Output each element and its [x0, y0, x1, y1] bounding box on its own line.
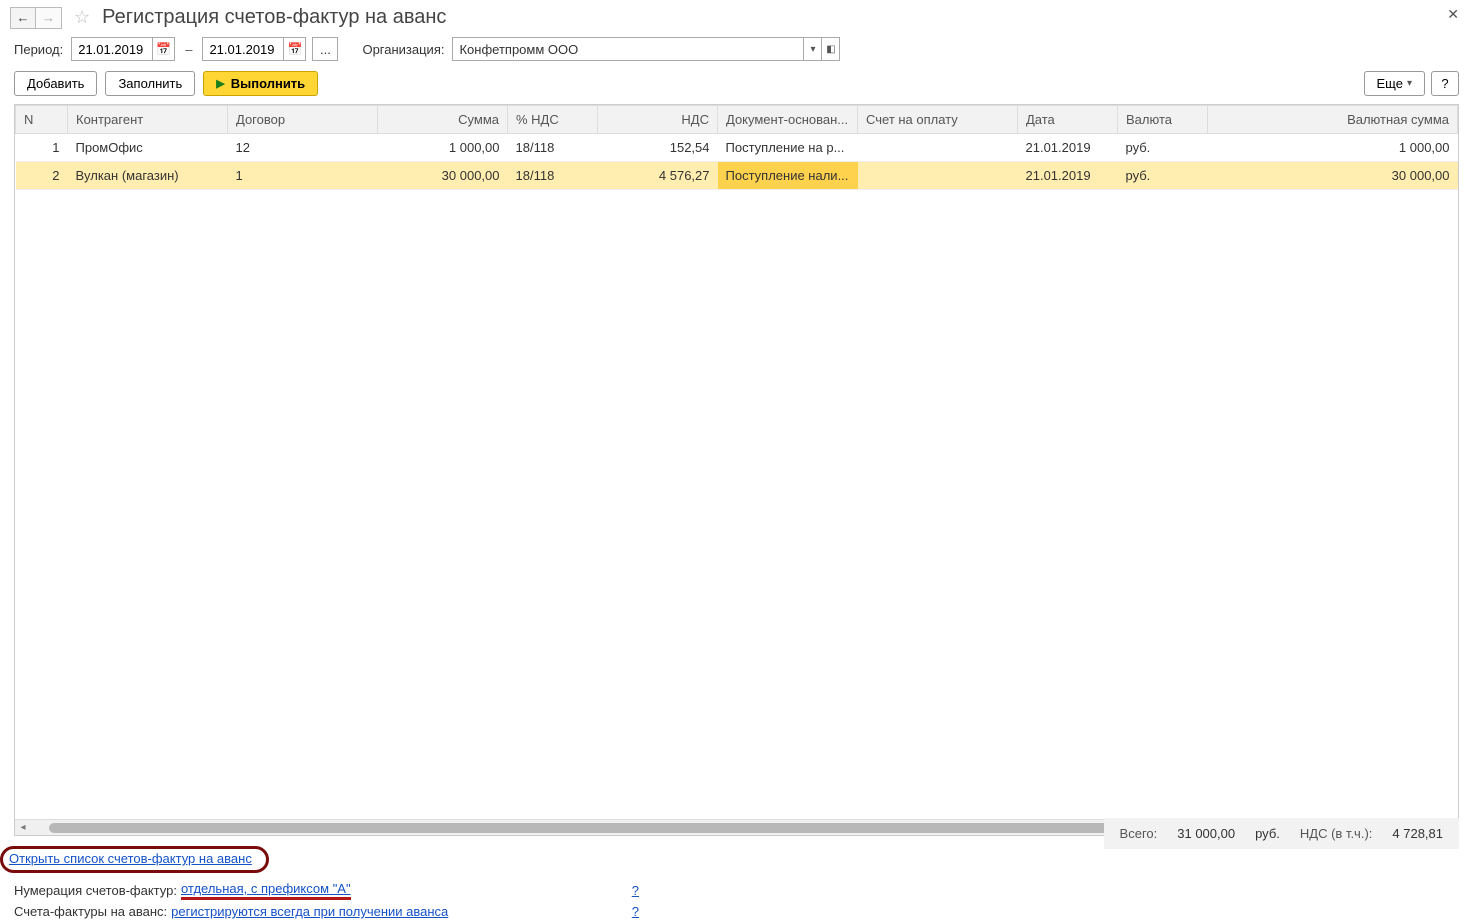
help-button[interactable]: ? [1431, 71, 1459, 96]
period-choose-button[interactable]: ... [312, 37, 338, 61]
data-grid[interactable]: N Контрагент Договор Сумма % НДС НДС Док… [14, 104, 1459, 836]
totals-nds: 4 728,81 [1392, 826, 1443, 841]
fill-button[interactable]: Заполнить [105, 71, 195, 96]
more-label: Еще [1377, 76, 1403, 91]
advance-help-icon[interactable]: ? [632, 904, 639, 919]
col-date[interactable]: Дата [1018, 106, 1118, 134]
advance-label: Счета-фактуры на аванс: [14, 904, 167, 919]
cell-summa[interactable]: 30 000,00 [378, 162, 508, 190]
cell-cur_sum[interactable]: 1 000,00 [1208, 134, 1458, 162]
col-kontragent[interactable]: Контрагент [68, 106, 228, 134]
cell-cur_sum[interactable]: 30 000,00 [1208, 162, 1458, 190]
period-label: Период: [14, 42, 63, 57]
date-to-input[interactable] [203, 42, 283, 57]
col-cur-sum[interactable]: Валютная сумма [1208, 106, 1458, 134]
col-currency[interactable]: Валюта [1118, 106, 1208, 134]
numbering-link[interactable]: отдельная, с префиксом "А" [181, 881, 351, 900]
cell-dogovor[interactable]: 1 [228, 162, 378, 190]
col-doc-basis[interactable]: Документ-основан... [718, 106, 858, 134]
advance-link[interactable]: регистрируются всегда при получении аван… [171, 904, 448, 919]
cell-date[interactable]: 21.01.2019 [1018, 162, 1118, 190]
cell-kontragent[interactable]: ПромОфис [68, 134, 228, 162]
play-icon: ▶ [216, 77, 224, 90]
totals-label: Всего: [1120, 826, 1158, 841]
totals-nds-label: НДС (в т.ч.): [1300, 826, 1373, 841]
cell-summa[interactable]: 1 000,00 [378, 134, 508, 162]
cell-nds[interactable]: 152,54 [598, 134, 718, 162]
org-open-icon[interactable]: ◧ [821, 38, 839, 60]
cell-n[interactable]: 2 [16, 162, 68, 190]
totals-currency: руб. [1255, 826, 1280, 841]
cell-currency[interactable]: руб. [1118, 134, 1208, 162]
cell-doc_basis[interactable]: Поступление на р... [718, 134, 858, 162]
table-row[interactable]: 1ПромОфис121 000,0018/118152,54Поступлен… [16, 134, 1458, 162]
page-title: Регистрация счетов-фактур на аванс [102, 6, 446, 29]
org-label: Организация: [362, 42, 444, 57]
period-dash: – [185, 42, 192, 57]
cell-currency[interactable]: руб. [1118, 162, 1208, 190]
cell-date[interactable]: 21.01.2019 [1018, 134, 1118, 162]
date-from-picker-icon[interactable]: 📅 [152, 38, 174, 60]
totals-sum: 31 000,00 [1177, 826, 1235, 841]
nav-back-button[interactable]: ← [10, 7, 36, 29]
cell-dogovor[interactable]: 12 [228, 134, 378, 162]
nav-forward-button[interactable]: → [36, 7, 62, 29]
more-button[interactable]: Еще ▾ [1364, 71, 1425, 96]
cell-nds_pct[interactable]: 18/118 [508, 162, 598, 190]
open-invoice-list-link[interactable]: Открыть список счетов-фактур на аванс [9, 851, 252, 866]
col-summa[interactable]: Сумма [378, 106, 508, 134]
cell-n[interactable]: 1 [16, 134, 68, 162]
col-nds-pct[interactable]: % НДС [508, 106, 598, 134]
col-invoice[interactable]: Счет на оплату [858, 106, 1018, 134]
cell-nds[interactable]: 4 576,27 [598, 162, 718, 190]
col-nds[interactable]: НДС [598, 106, 718, 134]
execute-label: Выполнить [231, 76, 305, 91]
cell-invoice[interactable] [858, 162, 1018, 190]
numbering-label: Нумерация счетов-фактур: [14, 883, 177, 898]
date-to-picker-icon[interactable]: 📅 [283, 38, 305, 60]
totals-panel: Всего: 31 000,00 руб. НДС (в т.ч.): 4 72… [1104, 818, 1459, 849]
execute-button[interactable]: ▶ Выполнить [203, 71, 318, 96]
org-dropdown-icon[interactable]: ▾ [803, 38, 821, 60]
close-icon[interactable]: ✕ [1447, 6, 1459, 23]
organization-field[interactable]: Конфетпромм ООО ▾ ◧ [452, 37, 840, 61]
organization-value: Конфетпромм ООО [453, 42, 803, 57]
cell-nds_pct[interactable]: 18/118 [508, 134, 598, 162]
chevron-down-icon: ▾ [1407, 78, 1412, 89]
numbering-help-icon[interactable]: ? [632, 883, 639, 898]
open-invoice-list-highlight: Открыть список счетов-фактур на аванс [0, 846, 269, 873]
cell-doc_basis[interactable]: Поступление нали... [718, 162, 858, 190]
cell-kontragent[interactable]: Вулкан (магазин) [68, 162, 228, 190]
cell-invoice[interactable] [858, 134, 1018, 162]
date-from-field[interactable]: 📅 [71, 37, 175, 61]
col-dogovor[interactable]: Договор [228, 106, 378, 134]
favorite-star-icon[interactable]: ☆ [74, 7, 90, 28]
date-from-input[interactable] [72, 42, 152, 57]
col-n[interactable]: N [16, 106, 68, 134]
date-to-field[interactable]: 📅 [202, 37, 306, 61]
add-button[interactable]: Добавить [14, 71, 97, 96]
table-row[interactable]: 2Вулкан (магазин)130 000,0018/1184 576,2… [16, 162, 1458, 190]
